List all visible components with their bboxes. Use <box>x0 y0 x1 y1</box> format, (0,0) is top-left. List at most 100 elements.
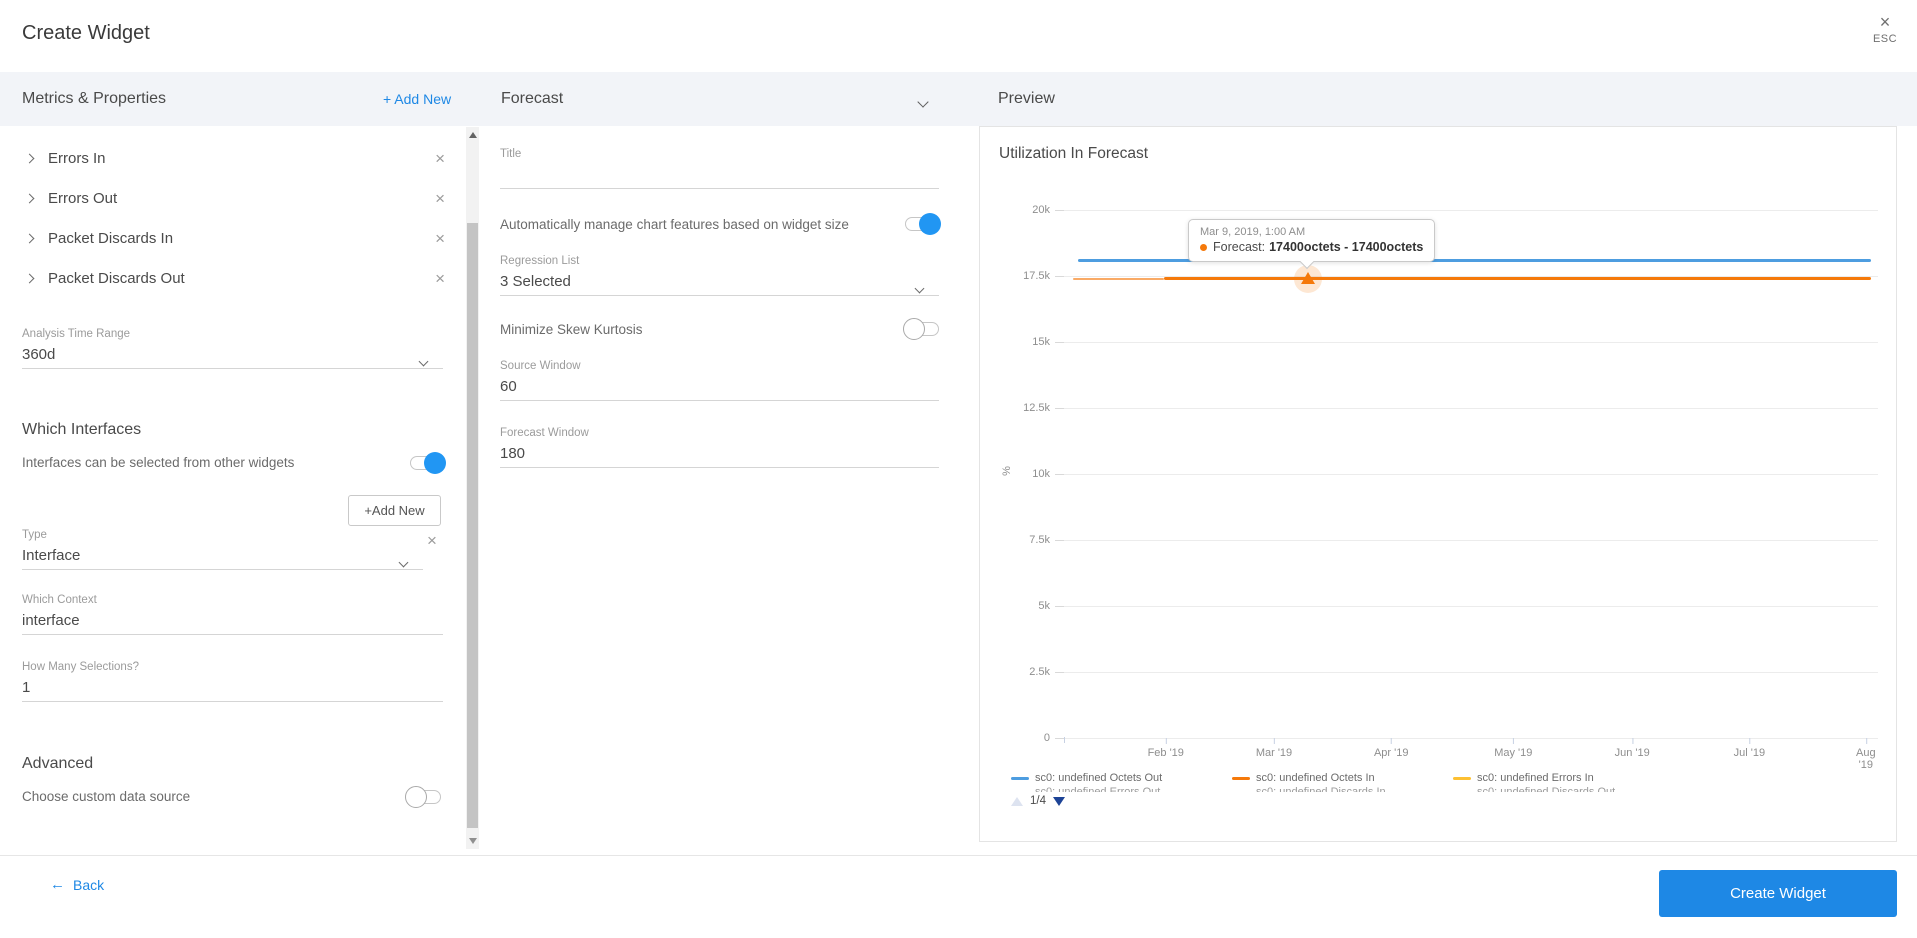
series-dot-icon <box>1200 243 1207 251</box>
y-tick-label: 0 <box>1043 732 1050 744</box>
analysis-time-range-select[interactable]: 360d <box>22 346 443 369</box>
triangle-down-icon <box>468 838 477 844</box>
y-tick-label: 12.5k <box>1023 402 1050 414</box>
chevron-right-icon[interactable] <box>24 193 35 203</box>
which-context-value: interface <box>22 612 80 629</box>
legend-item[interactable]: sc0: undefined Octets In <box>1232 772 1453 784</box>
analysis-time-range-field: Analysis Time Range 360d <box>22 328 443 369</box>
add-new-metric-link[interactable]: + Add New <box>383 72 451 126</box>
type-value: Interface <box>22 547 81 564</box>
triangle-up-icon <box>468 132 477 138</box>
chevron-down-icon <box>914 279 925 296</box>
forecast-window-input[interactable]: 180 <box>500 445 939 468</box>
scrollbar-thumb[interactable] <box>467 223 478 828</box>
toggle-knob <box>424 452 446 474</box>
source-window-input[interactable]: 60 <box>500 378 939 401</box>
remove-metric-button[interactable]: × <box>435 150 445 167</box>
series-line <box>1164 277 1872 281</box>
legend-label: sc0: undefined Errors In <box>1477 772 1594 784</box>
y-tick-mark <box>1055 540 1064 541</box>
toggle-knob <box>919 213 941 235</box>
tooltip-value: 17400octets - 17400octets <box>1269 240 1424 254</box>
x-tick-label: Feb '19 <box>1148 738 1184 759</box>
gridline <box>1064 606 1878 607</box>
chevron-right-icon[interactable] <box>24 153 35 163</box>
remove-metric-button[interactable]: × <box>435 270 445 287</box>
type-label: Type <box>22 529 47 541</box>
y-tick-label: 15k <box>1032 336 1050 348</box>
y-tick-label: 5k <box>1038 600 1050 612</box>
source-window-field: Source Window 60 <box>500 360 939 401</box>
scrollbar-up-button[interactable] <box>466 127 479 143</box>
metric-item: Packet Discards In × <box>22 218 445 258</box>
y-tick-label: 7.5k <box>1029 534 1050 546</box>
x-tick-label: Mar '19 <box>1256 738 1292 759</box>
chart-title: Utilization In Forecast <box>999 145 1149 162</box>
metrics-scrollbar[interactable] <box>466 127 479 849</box>
legend-item[interactable]: sc0: undefined Errors In <box>1453 772 1674 784</box>
how-many-selections-input[interactable]: 1 <box>22 679 443 702</box>
legend-label: sc0: undefined Octets In <box>1256 772 1375 784</box>
which-context-label: Which Context <box>22 594 97 606</box>
regression-list-select[interactable]: 3 Selected <box>500 273 939 296</box>
legend-page-indicator: 1/4 <box>1030 795 1046 807</box>
y-tick-mark <box>1055 672 1064 673</box>
scrollbar-down-button[interactable] <box>466 833 479 849</box>
y-tick-label: 2.5k <box>1029 666 1050 678</box>
y-tick-mark <box>1055 342 1064 343</box>
analysis-time-range-label: Analysis Time Range <box>22 328 131 340</box>
chevron-down-icon <box>398 553 409 570</box>
metrics-properties-header: Metrics & Properties <box>22 90 167 107</box>
metric-label: Errors In <box>48 149 106 167</box>
which-context-input[interactable]: interface <box>22 612 443 635</box>
add-new-interface-button[interactable]: +Add New <box>348 495 441 526</box>
legend-label: sc0: undefined Octets Out <box>1035 772 1163 784</box>
chevron-right-icon[interactable] <box>24 273 35 283</box>
remove-metric-button[interactable]: × <box>435 230 445 247</box>
gridline <box>1064 672 1878 673</box>
regression-list-label: Regression List <box>500 255 580 267</box>
tooltip-timestamp: Mar 9, 2019, 1:00 AM <box>1200 226 1306 238</box>
how-many-selections-field: How Many Selections? 1 <box>22 661 443 702</box>
preview-header: Preview <box>998 90 1055 107</box>
type-field: Type Interface <box>22 529 423 570</box>
legend-color-dash <box>1453 776 1471 780</box>
remove-interface-selector-button[interactable]: × <box>427 531 437 551</box>
type-select[interactable]: Interface <box>22 547 423 570</box>
gridline <box>1064 342 1878 343</box>
metric-label: Packet Discards Out <box>48 269 185 287</box>
custom-data-source-toggle[interactable] <box>405 786 441 808</box>
metric-label: Packet Discards In <box>48 229 174 247</box>
which-interfaces-heading: Which Interfaces <box>22 421 142 438</box>
widget-title-label: Title <box>500 148 522 160</box>
metric-item: Errors In × <box>22 138 445 178</box>
gridline <box>1064 474 1878 475</box>
forecast-collapse-button[interactable] <box>917 93 929 111</box>
interfaces-select-toggle-label: Interfaces can be selected from other wi… <box>22 455 295 470</box>
series-line <box>1072 277 1165 280</box>
legend-item[interactable]: sc0: undefined Octets Out <box>1011 772 1232 784</box>
auto-manage-toggle[interactable] <box>905 213 941 235</box>
page-title: Create Widget <box>22 22 150 44</box>
close-button[interactable]: × ESC <box>1865 13 1905 45</box>
widget-title-input[interactable] <box>500 166 939 189</box>
how-many-selections-value: 1 <box>22 679 31 696</box>
interfaces-select-toggle[interactable] <box>410 452 446 474</box>
create-widget-button[interactable]: Create Widget <box>1659 870 1897 917</box>
minimize-skew-toggle[interactable] <box>903 318 939 340</box>
legend-page-down-icon[interactable] <box>1053 796 1065 806</box>
chevron-right-icon[interactable] <box>24 233 35 243</box>
chart-legend: sc0: undefined Octets Out sc0: undefined… <box>1011 772 1674 784</box>
legend-page-up-icon[interactable] <box>1011 796 1023 806</box>
chart-tooltip: Mar 9, 2019, 1:00 AM Forecast: 17400octe… <box>1188 219 1436 270</box>
remove-metric-button[interactable]: × <box>435 190 445 207</box>
toggle-knob <box>405 786 427 808</box>
back-link[interactable]: ← Back <box>50 876 104 893</box>
legend-clipped-row: sc0: undefined Errors Outsc0: undefined … <box>1011 787 1674 792</box>
how-many-selections-label: How Many Selections? <box>22 661 139 673</box>
y-tick-mark <box>1055 738 1064 739</box>
gridline <box>1064 210 1878 211</box>
back-label: Back <box>73 876 105 893</box>
which-context-field: Which Context interface <box>22 594 443 635</box>
y-tick-label: 17.5k <box>1023 270 1050 282</box>
